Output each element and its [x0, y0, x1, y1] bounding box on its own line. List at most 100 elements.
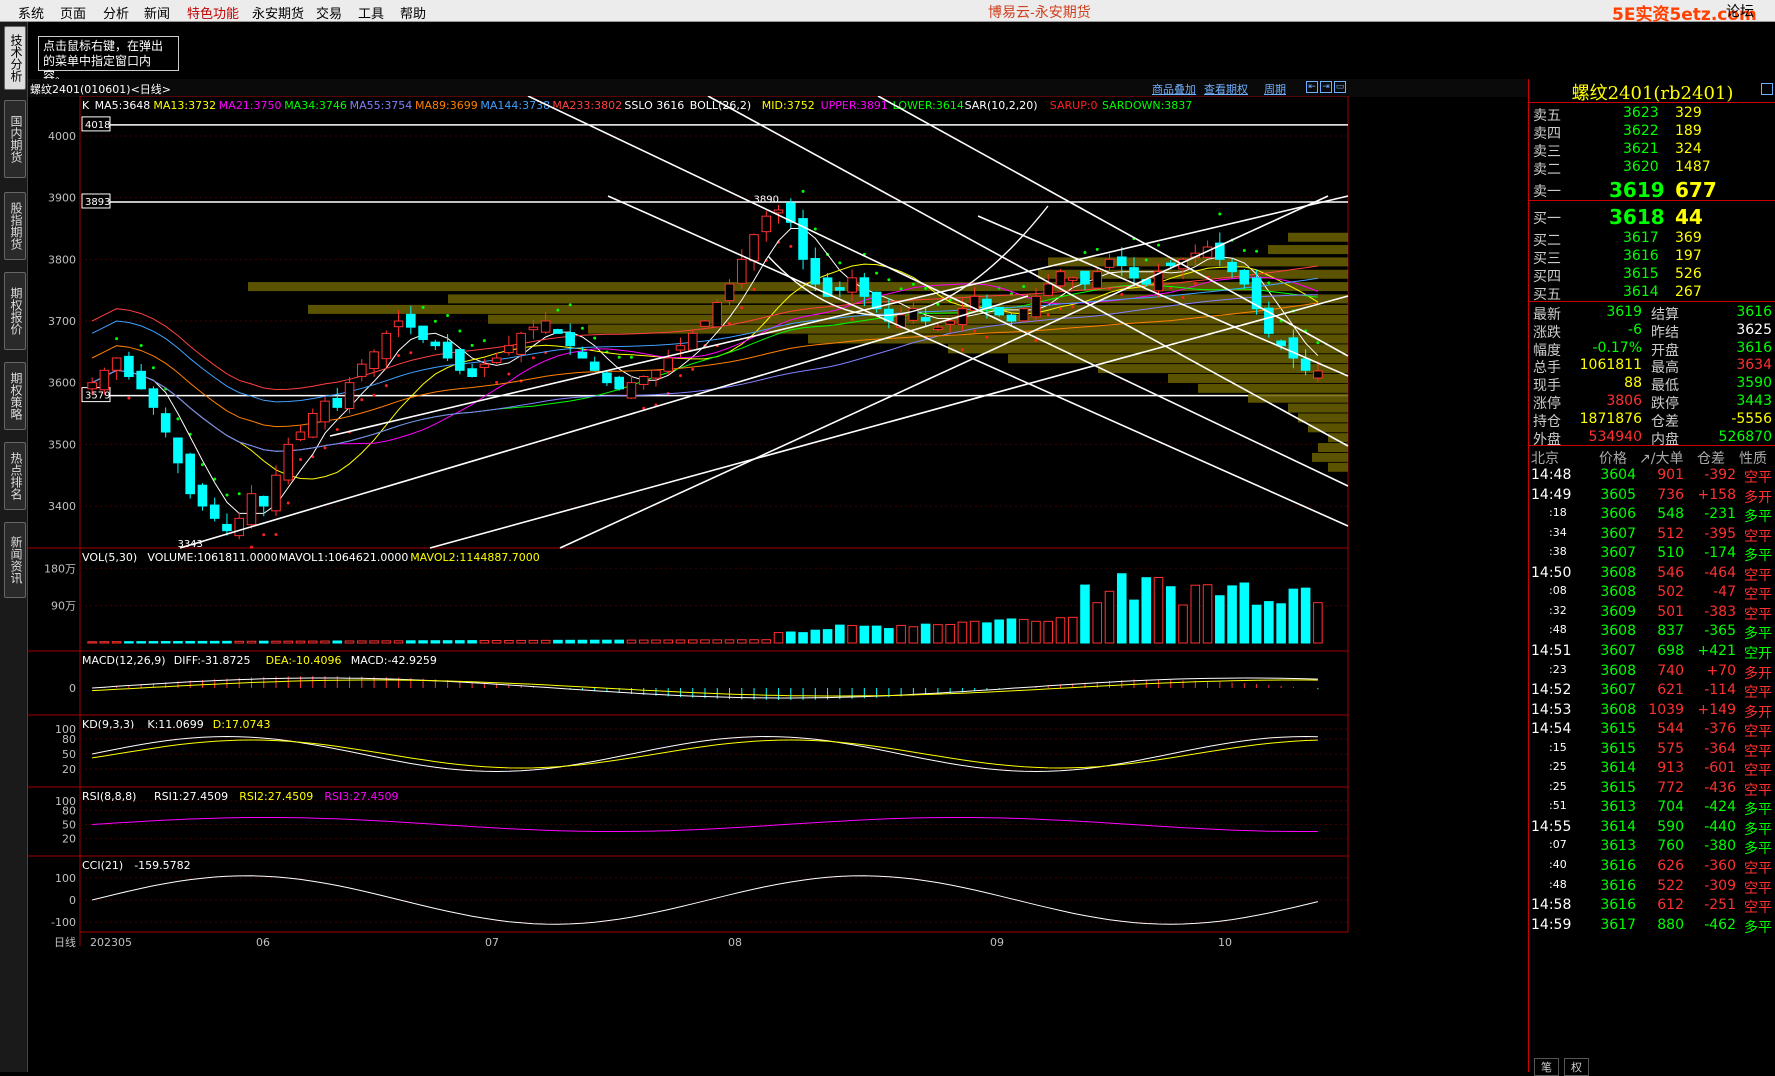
tick-price: 3616	[1600, 858, 1636, 874]
menu-8[interactable]: 帮助	[400, 3, 426, 22]
candle-body	[835, 287, 845, 291]
sar-dot	[1046, 313, 1050, 317]
bottom-tab-0[interactable]: 笔	[1534, 1058, 1559, 1076]
overlay-link[interactable]: 商品叠加	[1152, 81, 1196, 97]
left-tab-4[interactable]: 期权策略	[4, 362, 26, 430]
sar-dot	[495, 380, 499, 384]
candle-body	[933, 326, 943, 331]
bottom-tab-strip: 笔权	[1528, 1056, 1775, 1076]
sar-dot	[850, 317, 854, 321]
left-tab-2[interactable]: 股指期货	[4, 192, 26, 260]
sar-dot	[1022, 284, 1026, 288]
left-tab-6[interactable]: 新闻资讯	[4, 522, 26, 598]
ask-row[interactable]: 卖三 3621 324	[1529, 140, 1775, 160]
volume-bar	[589, 639, 600, 644]
menu-0[interactable]: 系统	[18, 3, 44, 22]
menu-5[interactable]: 永安期货	[252, 3, 304, 22]
volume-bar	[1006, 618, 1017, 644]
volume-bar	[540, 639, 551, 644]
candle-body	[626, 382, 637, 399]
tick-header: 北京 价格 ↗/大单 仓差 性质	[1529, 445, 1775, 467]
volume-bar	[884, 628, 894, 644]
ask-row[interactable]: 卖一 3619 677	[1529, 178, 1775, 202]
menu-2[interactable]: 分析	[103, 3, 129, 22]
tick-time: 14:52	[1531, 682, 1572, 699]
tick-volume: 837	[1657, 623, 1684, 640]
panel-restore-icon[interactable]	[1761, 83, 1773, 95]
volume-profile-bar	[1198, 383, 1348, 393]
macd-indicator-1: DIFF:-31.8725	[174, 654, 251, 667]
menu-7[interactable]: 工具	[358, 3, 384, 22]
candle-body	[920, 317, 931, 322]
tick-diff: -380	[1704, 838, 1736, 855]
volume-bar	[136, 641, 146, 644]
main-indicator-15: SARUP:0	[1050, 99, 1098, 112]
tick-volume: 626	[1657, 858, 1684, 874]
tick-row[interactable]: 14:59 3617 880 -462 多平	[1529, 915, 1775, 937]
bottom-tab-1[interactable]: 权	[1564, 1058, 1589, 1076]
bid-row[interactable]: 买三 3616 197	[1529, 247, 1775, 267]
tick-diff: -440	[1704, 818, 1736, 835]
sar-dot	[1267, 281, 1271, 285]
menu-3[interactable]: 新闻	[144, 3, 170, 22]
candle-body	[1006, 314, 1017, 322]
left-tab-0[interactable]: 技术分析	[4, 26, 26, 90]
volume-bar	[736, 639, 747, 644]
volume-bar	[969, 620, 980, 644]
tick-price: 3607	[1600, 682, 1636, 699]
volume-bar	[467, 640, 477, 644]
tick-price: 3608	[1600, 584, 1636, 601]
left-tab-3[interactable]: 期权报价	[4, 272, 26, 350]
chart-restore-icon[interactable]: ▭	[1334, 81, 1346, 93]
candle-body	[577, 351, 588, 359]
ask-volume: 324	[1675, 141, 1702, 157]
menu-1[interactable]: 页面	[60, 3, 86, 22]
tick-volume: 880	[1657, 916, 1684, 933]
menu-6[interactable]: 交易	[316, 3, 342, 22]
sar-dot	[127, 396, 131, 400]
tick-diff: -462	[1704, 916, 1736, 933]
menu-bar: 系统 页面 分析 新闻 特色功能 永安期货 交易 工具 帮助	[0, 0, 1775, 22]
ask-row[interactable]: 卖四 3622 189	[1529, 122, 1775, 142]
candle-body	[1116, 256, 1127, 266]
tick-price: 3616	[1600, 877, 1636, 894]
sar-dot	[1144, 258, 1148, 262]
kd-axis-label: 20	[62, 763, 76, 776]
sar-dot	[299, 458, 303, 462]
left-tab-1[interactable]: 国内期货	[4, 100, 26, 178]
chart-area[interactable]: K MA5:3648 MA13:3732 MA21:3750 MA34:3746 MA55…	[28, 96, 1528, 1072]
options-link[interactable]: 查看期权	[1204, 81, 1248, 97]
ask-row[interactable]: 卖二 3620 1487	[1529, 158, 1775, 178]
bid-price: 3617	[1623, 230, 1659, 246]
sar-dot	[200, 463, 204, 467]
volume-bar	[1288, 588, 1299, 644]
cci-axis-label: 0	[69, 894, 76, 907]
sar-dot	[789, 244, 793, 248]
volume-bar	[1116, 573, 1127, 644]
tick-volume: 612	[1657, 897, 1684, 914]
candle-body	[283, 443, 294, 481]
menu-4[interactable]: 特色功能	[187, 3, 239, 22]
volume-bar	[1031, 620, 1041, 644]
tick-nature: 多平	[1744, 919, 1772, 936]
forum-link[interactable]: 论坛	[1726, 1, 1754, 21]
volume-bar	[124, 641, 134, 644]
volume-bar	[307, 640, 318, 644]
bid-row[interactable]: 买五 3614 267	[1529, 283, 1775, 303]
zoom-out-icon[interactable]: ⇤	[1306, 81, 1318, 93]
bid-row[interactable]: 买四 3615 526	[1529, 265, 1775, 285]
volume-bar	[1190, 584, 1201, 644]
sar-dot	[568, 303, 572, 307]
candle-body	[614, 376, 624, 390]
quote-value: 1871876	[1579, 410, 1642, 427]
tick-time: :48	[1549, 623, 1567, 637]
tick-time: :18	[1549, 506, 1567, 520]
tick-time: 14:59	[1531, 916, 1572, 933]
period-link[interactable]: 周期	[1264, 81, 1286, 97]
sar-dot	[323, 446, 327, 450]
ask-row[interactable]: 卖五 3623 329	[1529, 104, 1775, 124]
zoom-in-icon[interactable]: ⇥	[1320, 81, 1332, 93]
bid-row[interactable]: 买二 3617 369	[1529, 229, 1775, 249]
left-tab-5[interactable]: 热点排名	[4, 442, 26, 510]
bid-row[interactable]: 买一 3618 44	[1529, 205, 1775, 229]
